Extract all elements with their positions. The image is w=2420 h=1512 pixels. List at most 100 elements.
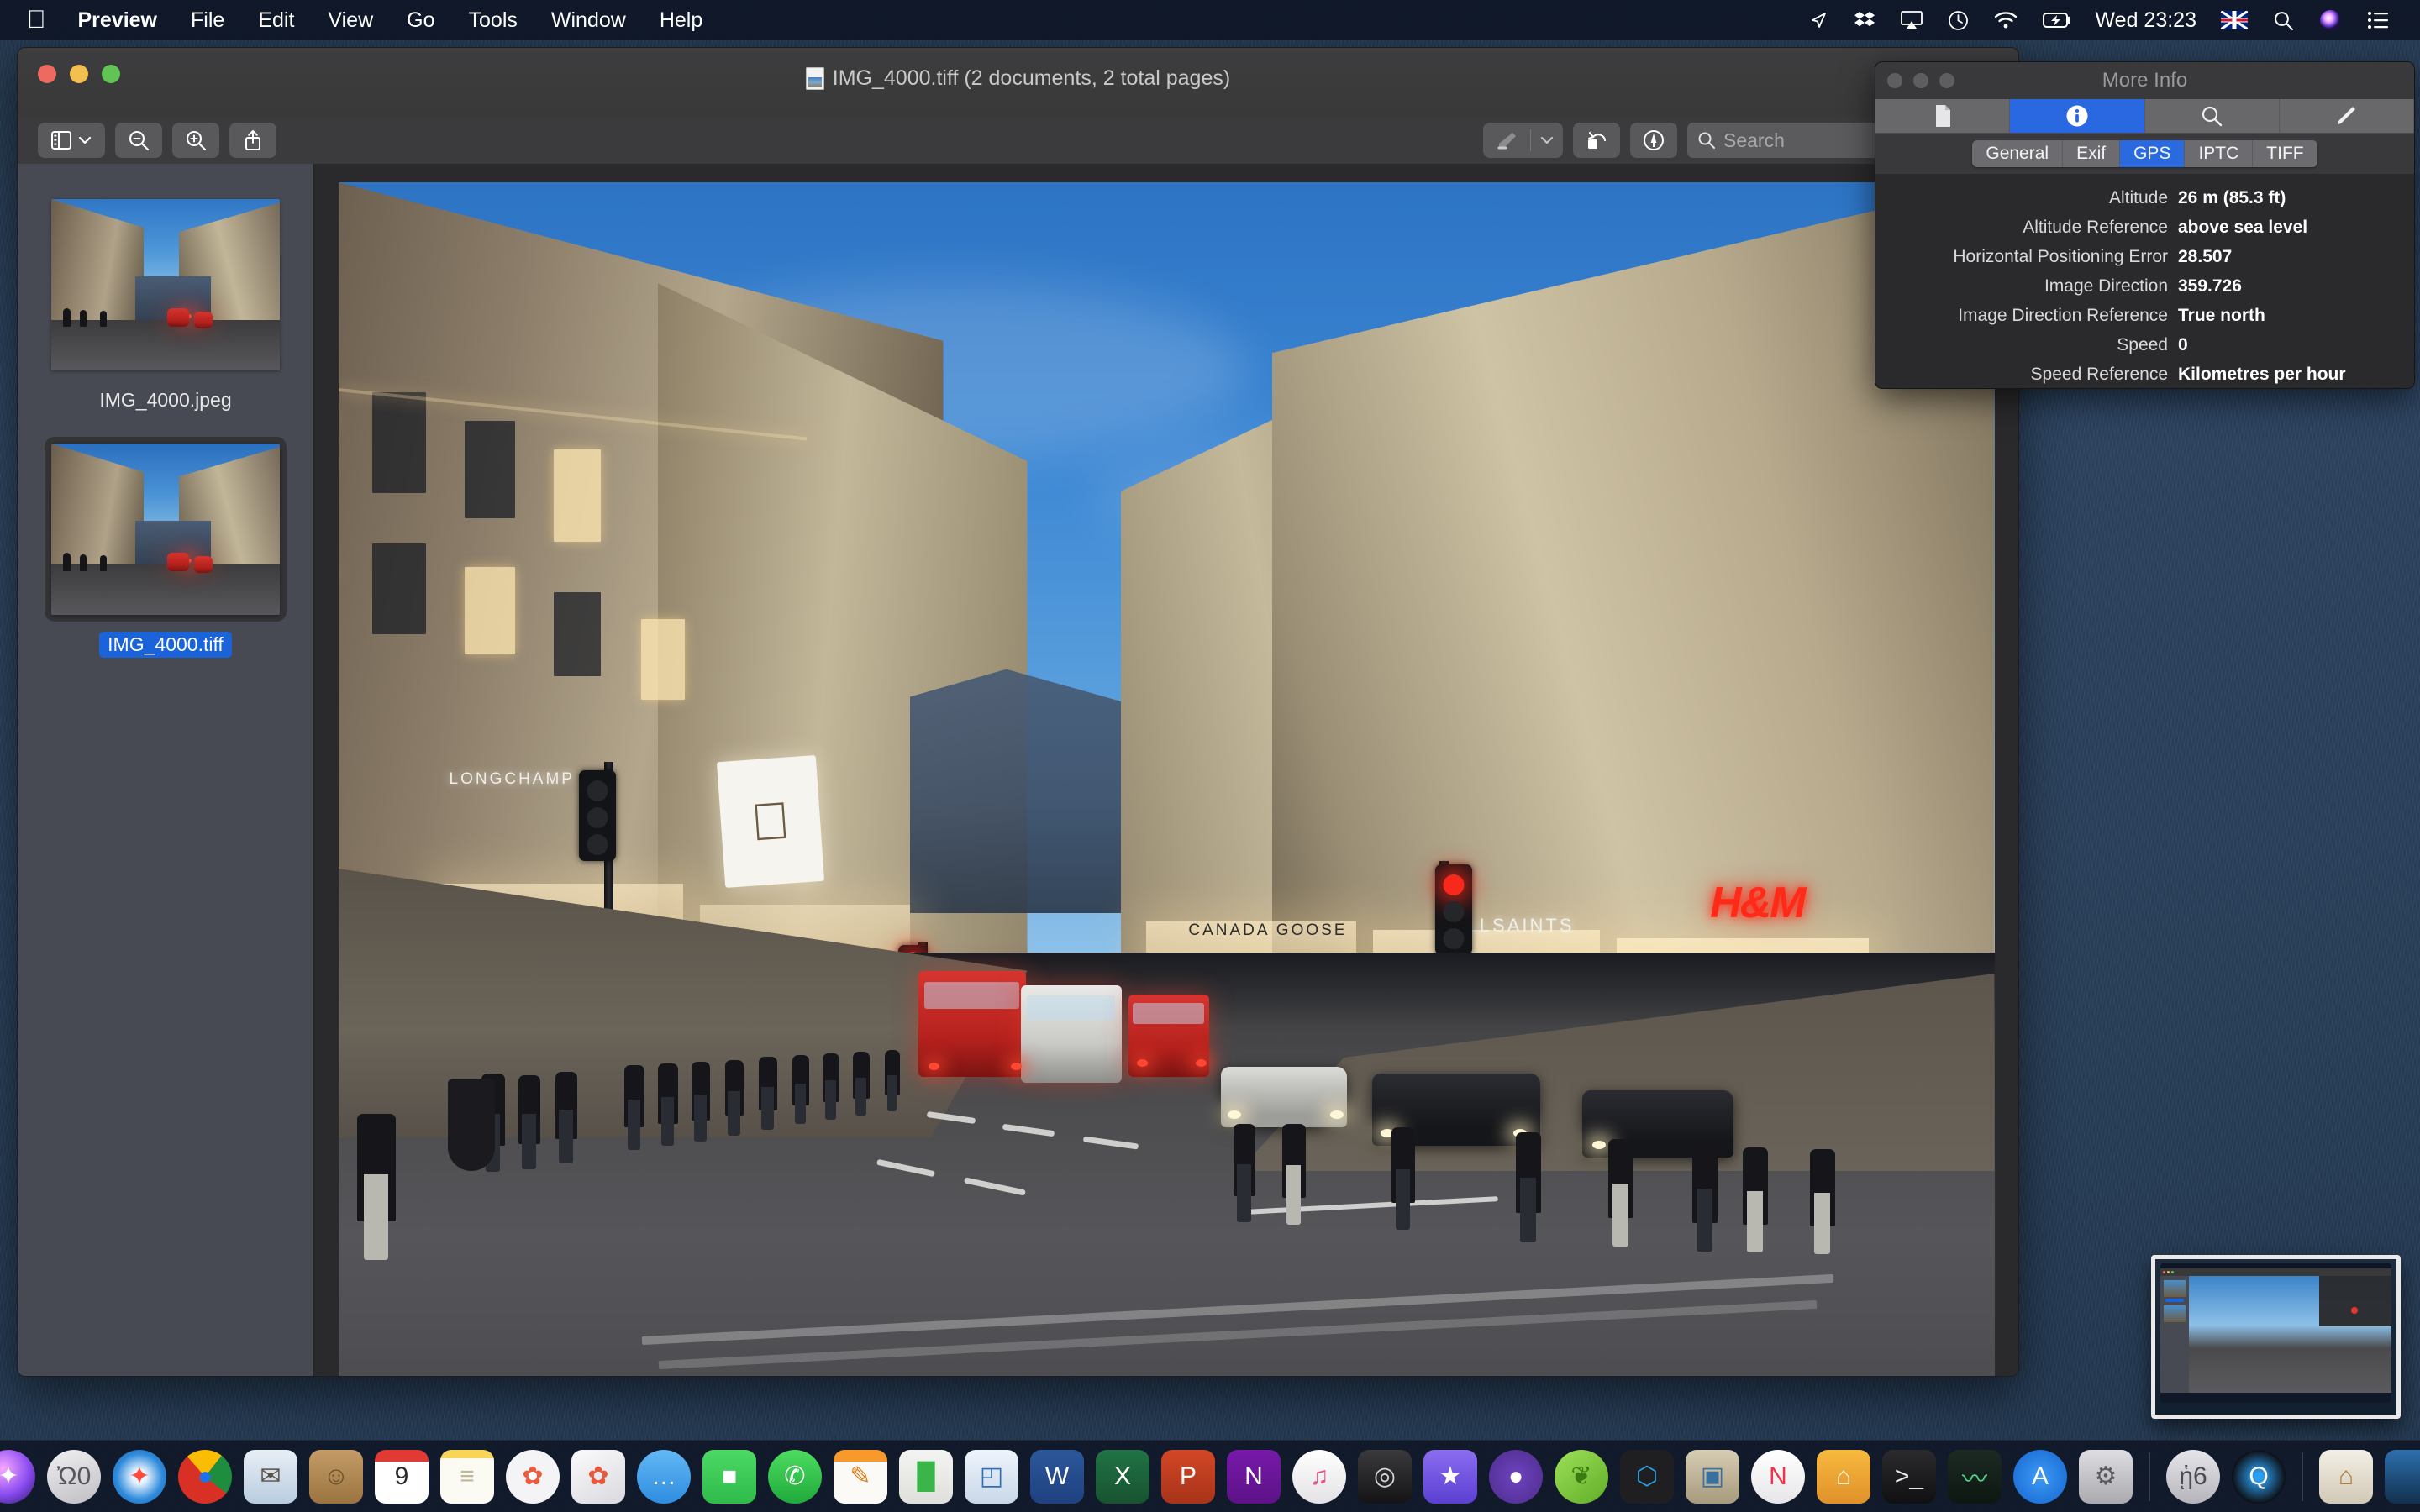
tab-document[interactable]	[1876, 99, 2011, 133]
dock-item-microsoft-onenote[interactable]: N	[1227, 1449, 1281, 1504]
dock-item-system-preferences[interactable]: ⚙	[2079, 1449, 2133, 1504]
segment-gps[interactable]: GPS	[2120, 140, 2186, 167]
car-white	[1220, 1067, 1347, 1127]
dock-item-keynote[interactable]: ◰	[965, 1449, 1018, 1504]
dock-item-disk-utility[interactable]: ◎	[1358, 1449, 1412, 1504]
dock-item-itunes[interactable]: ♫	[1292, 1449, 1346, 1504]
location-arrow-icon[interactable]	[1796, 0, 1841, 40]
apple-menu-icon[interactable]: 	[18, 0, 61, 40]
screenshot-preview-thumbnail[interactable]	[2151, 1255, 2401, 1419]
siri-icon[interactable]	[2307, 0, 2354, 40]
zoom-in-button[interactable]	[172, 123, 219, 158]
dock-apps: ◑✦Ὠ0✦●✉☺9≡✿✿…■✆✎█◰WXPN♫◎★●❦⬡▣N⌂>_〰A⚙	[0, 1449, 2139, 1504]
dock-item-messages[interactable]: …	[637, 1449, 691, 1504]
dock-item-preview[interactable]: ✿	[571, 1449, 625, 1504]
sidebar-toggle-button[interactable]	[38, 123, 105, 158]
segment-exif[interactable]: Exif	[2063, 140, 2121, 167]
thumbnail-label-selected[interactable]: IMG_4000.tiff	[99, 632, 232, 658]
airplay-icon[interactable]	[1888, 0, 1935, 40]
toolbar: Search	[18, 117, 2018, 164]
dock-item-current-document[interactable]	[2385, 1449, 2420, 1504]
tiff-document-icon	[805, 67, 824, 90]
dock-item-home[interactable]: ⌂	[1817, 1449, 1870, 1504]
markup-toolbar-button[interactable]	[1630, 123, 1677, 158]
dock-item-siri[interactable]: ✦	[0, 1449, 35, 1504]
tab-info[interactable]	[2010, 99, 2145, 133]
highlight-chevron-button[interactable]	[1531, 123, 1563, 158]
dock-item-google-chrome[interactable]: ●	[178, 1449, 232, 1504]
dock-item-image-capture[interactable]: ▣	[1686, 1449, 1739, 1504]
menu-view[interactable]: View	[311, 0, 390, 40]
dock-item-notes[interactable]: ≡	[440, 1449, 494, 1504]
automator-icon: ᾑ6	[2179, 1462, 2207, 1490]
share-button[interactable]	[229, 123, 276, 158]
dock-item-app-store[interactable]: A	[2013, 1449, 2067, 1504]
zoom-out-button[interactable]	[115, 123, 162, 158]
row-key: Speed	[2117, 335, 2168, 354]
rotate-left-button[interactable]	[1573, 123, 1620, 158]
tab-inspector-search[interactable]	[2145, 99, 2280, 133]
dock-item-forklift[interactable]: ❦	[1555, 1449, 1608, 1504]
dropbox-icon[interactable]	[1841, 0, 1888, 40]
more-info-segmented-control[interactable]: General Exif GPS IPTC TIFF	[1972, 140, 2317, 167]
spotlight-search-icon[interactable]	[2260, 0, 2307, 40]
menu-edit[interactable]: Edit	[241, 0, 311, 40]
more-info-minimize-button[interactable]	[1913, 73, 1928, 88]
dock-item-safari[interactable]: ✦	[113, 1449, 166, 1504]
dock-item-terminal[interactable]: >_	[1882, 1449, 1936, 1504]
dock-item-activity-monitor[interactable]: 〰	[1948, 1449, 2002, 1504]
uk-flag-icon[interactable]	[2208, 0, 2260, 40]
dock[interactable]: ◑✦Ὠ0✦●✉☺9≡✿✿…■✆✎█◰WXPN♫◎★●❦⬡▣N⌂>_〰A⚙ ᾑ6 Q…	[0, 1440, 2420, 1512]
dock-item-automator[interactable]: ᾑ6	[2166, 1449, 2220, 1504]
thumbnail-label[interactable]: IMG_4000.jpeg	[91, 387, 239, 413]
photo-regent-street[interactable]: LONGCHAMP CANADA GOOSE ALLSAINTS H&M 	[338, 182, 1995, 1376]
dock-item-imovie[interactable]: ★	[1423, 1449, 1477, 1504]
wifi-icon[interactable]	[1981, 0, 2030, 40]
more-info-tab-bar[interactable]	[1876, 99, 2414, 134]
dock-item-photos[interactable]: ✿	[506, 1449, 560, 1504]
dock-item-quicktime[interactable]: Q	[2232, 1449, 2286, 1504]
menu-help[interactable]: Help	[643, 0, 719, 40]
home-folder-icon: ⌂	[2338, 1462, 2354, 1490]
control-center-icon[interactable]	[2354, 0, 2402, 40]
more-info-panel[interactable]: More Info General Exif GPS IPTC TIFF Alt…	[1875, 61, 2415, 389]
dock-item-microsoft-powerpoint[interactable]: P	[1161, 1449, 1215, 1504]
dock-item-whatsapp[interactable]: ✆	[768, 1449, 822, 1504]
dock-item-visual-studio-code[interactable]: ⬡	[1620, 1449, 1674, 1504]
dock-item-contacts[interactable]: ☺	[309, 1449, 363, 1504]
battery-charging-icon[interactable]	[2030, 0, 2084, 40]
dock-item-pages[interactable]: ✎	[834, 1449, 887, 1504]
dock-item-github-desktop[interactable]: ●	[1489, 1449, 1543, 1504]
thumbnail-frame[interactable]	[46, 194, 285, 375]
dock-item-microsoft-word[interactable]: W	[1030, 1449, 1084, 1504]
menu-app-name[interactable]: Preview	[61, 0, 175, 40]
dock-item-mail[interactable]: ✉	[244, 1449, 297, 1504]
tab-annotations[interactable]	[2280, 99, 2414, 133]
more-info-zoom-button[interactable]	[1939, 73, 1954, 88]
dock-item-news[interactable]: N	[1751, 1449, 1805, 1504]
document-canvas[interactable]: LONGCHAMP CANADA GOOSE ALLSAINTS H&M 	[314, 164, 2018, 1376]
more-info-close-button[interactable]	[1887, 73, 1902, 88]
dock-item-facetime[interactable]: ■	[702, 1449, 756, 1504]
sidebar-thumbnail-item[interactable]: IMG_4000.tiff	[18, 438, 313, 658]
thumbnail-sidebar[interactable]: IMG_4000.jpeg IMG_4000.tiff	[18, 164, 314, 1376]
segment-general[interactable]: General	[1972, 140, 2064, 167]
segment-iptc[interactable]: IPTC	[2185, 140, 2254, 167]
menu-file[interactable]: File	[174, 0, 241, 40]
time-machine-icon[interactable]	[1935, 0, 1981, 40]
dock-item-calendar[interactable]: 9	[375, 1449, 429, 1504]
menu-go[interactable]: Go	[390, 0, 451, 40]
sidebar-thumbnail-item[interactable]: IMG_4000.jpeg	[18, 194, 313, 413]
highlighter-button[interactable]	[1483, 123, 1530, 158]
thumbnail-frame-selected[interactable]	[46, 438, 285, 620]
dock-item-launchpad[interactable]: Ὠ0	[47, 1449, 101, 1504]
dock-item-home-folder[interactable]: ⌂	[2319, 1449, 2373, 1504]
menu-tools[interactable]: Tools	[452, 0, 534, 40]
dock-item-numbers[interactable]: █	[899, 1449, 953, 1504]
menu-window[interactable]: Window	[534, 0, 643, 40]
dock-item-microsoft-excel[interactable]: X	[1096, 1449, 1150, 1504]
more-info-title-bar[interactable]: More Info	[1876, 62, 2414, 99]
segment-tiff[interactable]: TIFF	[2253, 140, 2317, 167]
window-title-bar[interactable]: IMG_4000.tiff (2 documents, 2 total page…	[18, 48, 2018, 117]
menu-bar-clock[interactable]: Wed 23:23	[2084, 8, 2208, 33]
